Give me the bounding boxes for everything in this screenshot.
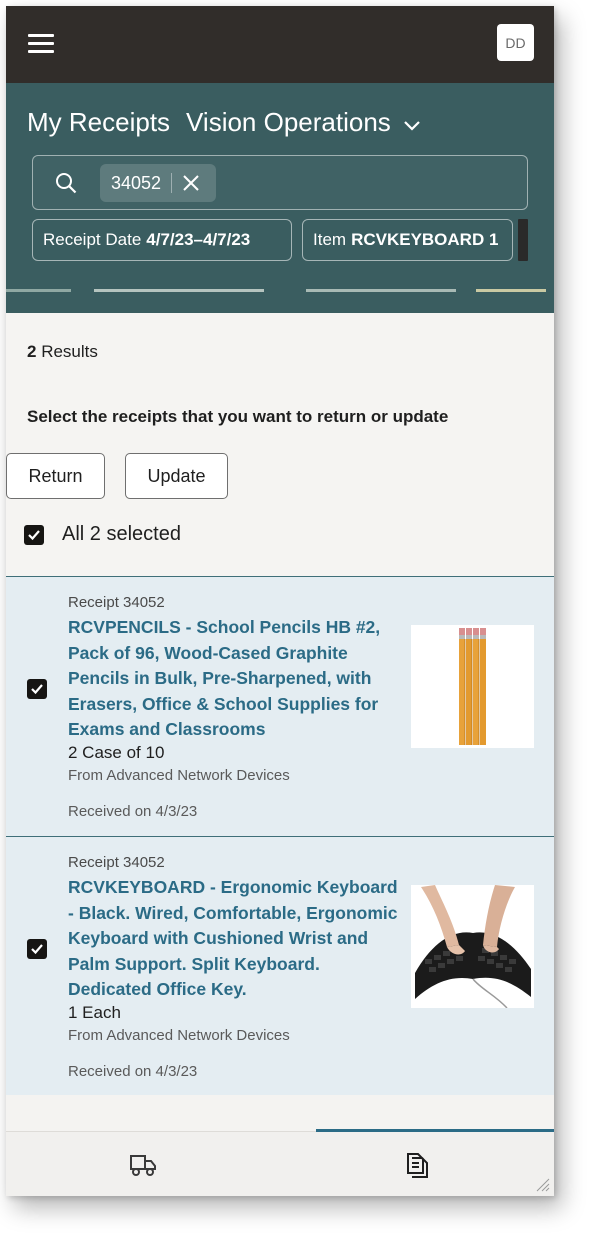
search-chip-label: 34052 bbox=[111, 172, 162, 193]
bottom-navigation bbox=[6, 1129, 554, 1196]
main-content: 2 Results Select the receipts that you w… bbox=[6, 313, 554, 583]
search-icon bbox=[56, 173, 77, 194]
filter-label: Receipt Date bbox=[43, 230, 142, 249]
page-title: My Receipts bbox=[27, 107, 171, 137]
select-all-checkbox[interactable]: All 2 selected bbox=[24, 523, 181, 546]
update-button[interactable]: Update bbox=[125, 453, 228, 499]
header-decoration bbox=[6, 289, 554, 299]
hamburger-icon[interactable] bbox=[28, 34, 54, 54]
receipt-supplier: From Advanced Network Devices bbox=[68, 1027, 290, 1044]
filter-value: 4/7/23–4/7/23 bbox=[146, 230, 251, 249]
resize-handle-icon[interactable] bbox=[534, 1176, 550, 1192]
page-header: My Receipts Vision Operations 34052 Rece… bbox=[6, 83, 554, 313]
receipt-received-date: Received on 4/3/23 bbox=[68, 803, 198, 820]
filter-overflow[interactable] bbox=[518, 219, 528, 261]
avatar[interactable]: DD bbox=[497, 24, 534, 61]
receipt-quantity: 1 Each bbox=[68, 1003, 121, 1022]
pencils-image bbox=[411, 625, 534, 748]
search-field[interactable]: 34052 bbox=[32, 155, 528, 210]
chevron-down-icon bbox=[404, 120, 420, 131]
tab-shipments[interactable] bbox=[6, 1132, 280, 1196]
filter-receipt-date[interactable]: Receipt Date 4/7/23–4/7/23 bbox=[32, 219, 292, 261]
close-icon[interactable] bbox=[181, 173, 201, 193]
top-app-bar: DD bbox=[6, 6, 554, 83]
organization-selector[interactable]: Vision Operations bbox=[186, 107, 421, 138]
document-icon bbox=[407, 1152, 428, 1178]
checkbox-checked-icon bbox=[24, 524, 44, 545]
tab-receipts[interactable] bbox=[280, 1132, 554, 1196]
keyboard-image bbox=[411, 885, 534, 1008]
receipt-item-link[interactable]: RCVKEYBOARD - Ergonomic Keyboard - Black… bbox=[68, 875, 398, 1003]
filter-label: Item bbox=[313, 230, 347, 249]
receipt-card[interactable]: Receipt 34052 RCVPENCILS - School Pencil… bbox=[6, 577, 554, 836]
app-window: DD My Receipts Vision Operations 34052 R… bbox=[6, 6, 554, 1196]
select-all-label: All 2 selected bbox=[62, 523, 181, 545]
receipt-number: Receipt 34052 bbox=[68, 854, 165, 871]
receipt-received-date: Received on 4/3/23 bbox=[68, 1063, 198, 1080]
return-button[interactable]: Return bbox=[6, 453, 105, 499]
filter-value: RCVKEYBOARD 1 bbox=[351, 230, 499, 249]
results-count: 2 Results bbox=[27, 342, 98, 361]
receipt-card[interactable]: Receipt 34052 RCVKEYBOARD - Ergonomic Ke… bbox=[6, 837, 554, 1095]
organization-name: Vision Operations bbox=[186, 107, 391, 137]
receipt-checkbox[interactable] bbox=[27, 939, 47, 959]
truck-icon bbox=[130, 1154, 156, 1176]
search-chip: 34052 bbox=[100, 164, 216, 202]
receipt-quantity: 2 Case of 10 bbox=[68, 743, 165, 762]
receipt-supplier: From Advanced Network Devices bbox=[68, 767, 290, 784]
instruction-text: Select the receipts that you want to ret… bbox=[27, 407, 449, 426]
filter-item[interactable]: Item RCVKEYBOARD 1 bbox=[302, 219, 513, 261]
receipt-checkbox[interactable] bbox=[27, 679, 47, 699]
receipt-number: Receipt 34052 bbox=[68, 594, 165, 611]
receipt-item-link[interactable]: RCVPENCILS - School Pencils HB #2, Pack … bbox=[68, 615, 398, 743]
